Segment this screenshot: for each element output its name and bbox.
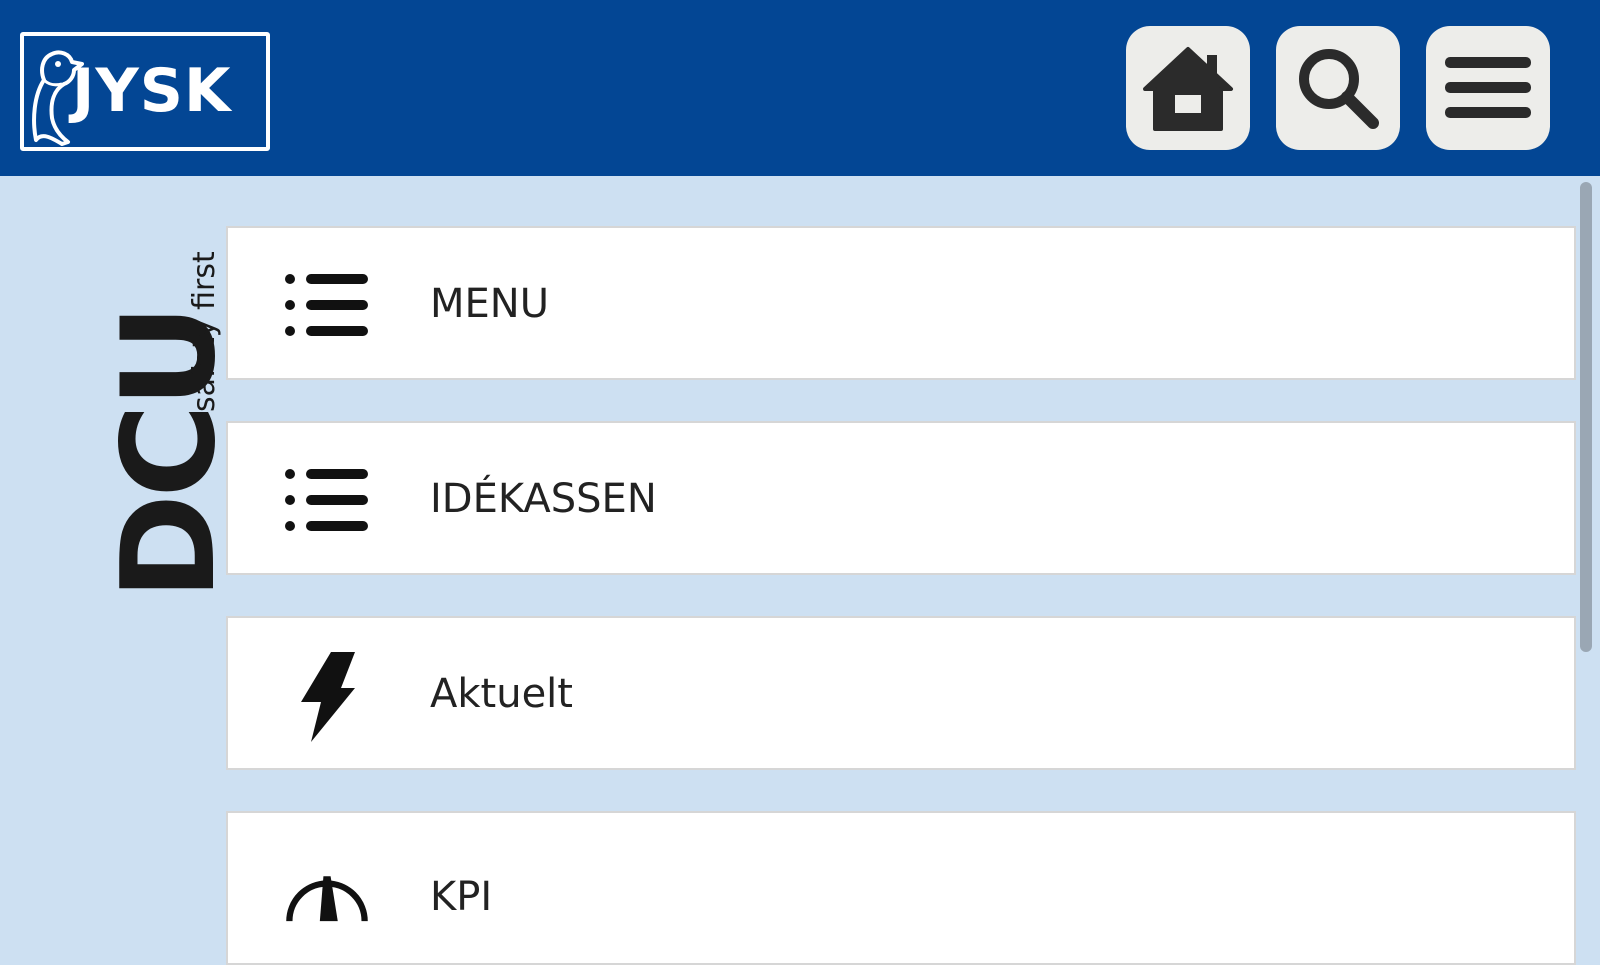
hamburger-menu-icon [1445, 57, 1531, 118]
menu-item-label: IDÉKASSEN [430, 476, 657, 522]
menu-item-label: MENU [430, 281, 549, 327]
menu-item-aktuelt[interactable]: Aktuelt [226, 616, 1576, 770]
search-icon [1299, 49, 1379, 129]
menu-item-kpi[interactable]: KPI [226, 811, 1576, 965]
hamburger-menu-button[interactable] [1426, 26, 1550, 150]
logo-text: JYSK [72, 56, 232, 126]
lightning-icon [284, 652, 370, 742]
menu-item-label: KPI [430, 874, 493, 920]
home-button[interactable] [1126, 26, 1250, 150]
app-header: JYSK [0, 0, 1600, 176]
gauge-icon [284, 861, 370, 931]
home-icon [1143, 47, 1233, 131]
list-icon [284, 270, 370, 340]
scrollbar[interactable] [1580, 182, 1592, 652]
menu-item-menu[interactable]: MENU [226, 226, 1576, 380]
menu-item-idekassen[interactable]: IDÉKASSEN [226, 421, 1576, 575]
list-icon [284, 465, 370, 535]
jysk-logo[interactable]: JYSK [20, 32, 270, 151]
menu-item-label: Aktuelt [430, 671, 573, 717]
brand-tagline: safety first [187, 251, 222, 412]
search-button[interactable] [1276, 26, 1400, 150]
